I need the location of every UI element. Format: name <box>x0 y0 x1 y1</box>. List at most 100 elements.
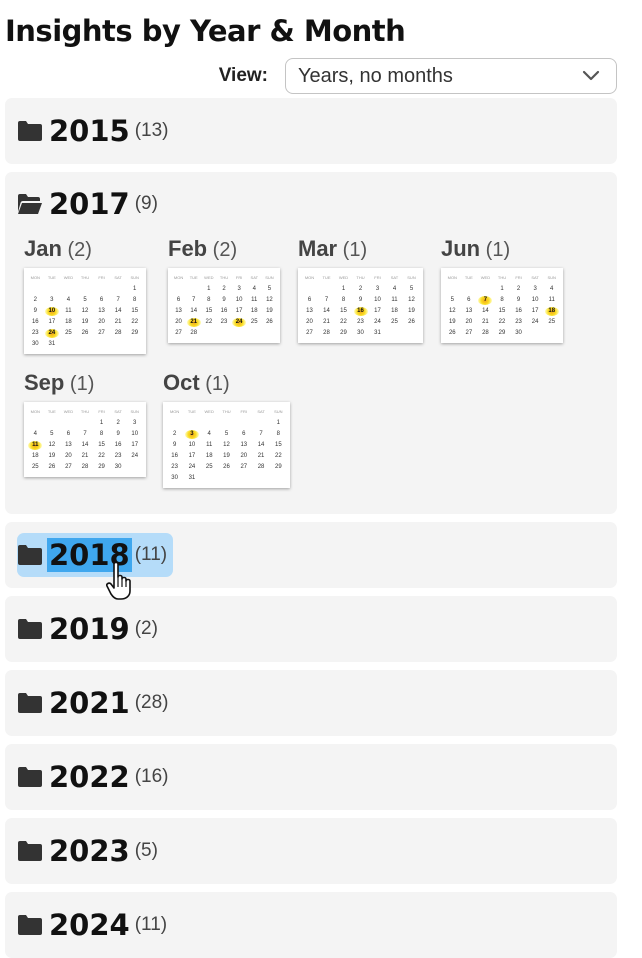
year-toggle[interactable]: 2024 (11) <box>17 903 167 947</box>
mini-calendar[interactable]: MON TUE WED THU FRI SAT SUN 1 2 3 4 5 6 7 8 9 10 11 12 13 14… <box>441 268 563 343</box>
month-title[interactable]: Jun (1) <box>441 234 563 264</box>
month-name: Sep <box>24 370 65 395</box>
calendar-day-highlighted[interactable]: 7 <box>477 295 494 306</box>
calendar-weekday: WED <box>63 409 74 414</box>
year-toggle[interactable]: 2023 (5) <box>17 829 158 873</box>
year-count: (5) <box>134 840 158 861</box>
calendar-day-highlighted[interactable]: 3 <box>183 429 200 440</box>
mini-calendar[interactable]: MON TUE WED THU FRI SAT SUN 1 2 3 4 5 6 7 8 9 10 11 12 13 14… <box>24 402 146 477</box>
calendar-weekday: WED <box>204 409 214 414</box>
year-label[interactable]: 2022 <box>47 760 132 794</box>
month-count: (1) <box>64 373 95 395</box>
month-title[interactable]: Sep (1) <box>24 368 146 398</box>
calendar-day-highlighted[interactable]: 10 <box>44 306 61 317</box>
year-label[interactable]: 2015 <box>47 114 132 148</box>
calendar-day: 15 <box>275 442 282 448</box>
calendar-day-highlighted[interactable]: 11 <box>27 440 44 451</box>
year-list: 2015 (13) 2017 (9) Jan (2) MON TUE WED THU FRI SAT… <box>5 98 642 958</box>
calendar-day: 3 <box>375 286 380 292</box>
calendar-day-highlighted[interactable]: 16 <box>352 306 369 317</box>
calendar-day: 27 <box>175 330 182 336</box>
month-title[interactable]: Feb (2) <box>168 234 280 264</box>
calendar-weekday: FRI <box>374 275 381 280</box>
calendar-weekday: THU <box>222 409 231 414</box>
calendar-day: 10 <box>188 442 196 448</box>
year-header[interactable]: 2022 (16) <box>17 747 169 807</box>
calendar-day-highlighted[interactable]: 24 <box>44 328 61 339</box>
year-header[interactable]: 2023 (5) <box>17 821 158 881</box>
year-toggle[interactable]: 2018 (11) <box>17 533 174 577</box>
calendar-day: 12 <box>48 442 56 448</box>
calendar-day-highlighted[interactable]: 24 <box>232 317 247 328</box>
year-header[interactable]: 2021 (28) <box>17 673 169 733</box>
calendar-day: 22 <box>98 453 105 459</box>
calendar-day: 12 <box>223 442 230 448</box>
month-title[interactable]: Mar (1) <box>298 234 423 264</box>
year-toggle[interactable]: 2021 (28) <box>17 681 169 725</box>
calendar-empty-cell <box>60 284 77 295</box>
mini-calendar[interactable]: MON TUE WED THU FRI SAT SUN 1 2 3 4 5 6 7 8 9 10 11 12 13 14… <box>163 402 290 488</box>
year-toggle[interactable]: 2015 (13) <box>17 109 169 153</box>
year-header[interactable]: 2024 (11) <box>17 895 167 955</box>
month-title[interactable]: Oct (1) <box>163 368 290 398</box>
year-label[interactable]: 2017 <box>47 187 132 221</box>
calendar-day: 13 <box>175 308 182 314</box>
calendar-day: 24 <box>374 319 381 325</box>
calendar-day: 21 <box>323 319 330 325</box>
mini-calendar[interactable]: MON TUE WED THU FRI SAT SUN 1 2 3 4 5 6 7 8 9 10 11 12 13 14… <box>24 268 146 354</box>
year-header[interactable]: 2015 (13) <box>17 101 169 161</box>
year-label[interactable]: 2019 <box>47 612 132 646</box>
calendar-day: 10 <box>131 431 139 437</box>
year-header[interactable]: 2018 (11) <box>17 525 174 585</box>
year-toggle[interactable]: 2019 (2) <box>17 607 158 651</box>
calendar-day: 23 <box>357 319 364 325</box>
calendar-day: 11 <box>548 297 555 303</box>
year-header[interactable]: 2019 (2) <box>17 599 158 659</box>
calendar-day: 1 <box>276 420 281 426</box>
calendar-weekday: THU <box>356 275 365 280</box>
calendar-day: 30 <box>515 330 522 336</box>
calendar-day: 25 <box>250 319 258 325</box>
calendar-day: 27 <box>465 330 473 336</box>
calendar-day: 3 <box>237 286 241 292</box>
calendar-day: 12 <box>266 297 273 303</box>
view-select[interactable]: Years, no months <box>285 58 617 94</box>
calendar-day: 14 <box>81 442 89 448</box>
year-card: 2015 (13) <box>5 98 617 164</box>
calendar-empty-cell <box>44 284 61 295</box>
calendar-day: 16 <box>171 453 178 459</box>
calendar-day: 10 <box>531 297 539 303</box>
year-count: (11) <box>134 544 168 565</box>
month-block: Feb (2) MON TUE WED THU FRI SAT SUN 1 2 3 4 5 6 7 8 9 10 1… <box>168 234 280 354</box>
month-title[interactable]: Jan (2) <box>24 234 146 264</box>
calendar-day: 25 <box>31 464 39 470</box>
calendar-day: 2 <box>516 286 521 292</box>
calendar-day-highlighted[interactable]: 18 <box>543 306 560 317</box>
calendar-day: 6 <box>242 431 246 437</box>
calendar-empty-cell <box>186 284 201 295</box>
folder-icon <box>18 693 42 713</box>
calendar-day: 31 <box>374 330 381 336</box>
calendar-day: 24 <box>131 453 139 459</box>
calendar-day: 11 <box>65 308 72 314</box>
year-label[interactable]: 2024 <box>47 908 132 942</box>
calendar-day: 8 <box>276 431 281 437</box>
calendar-day: 4 <box>392 286 397 292</box>
year-card: 2019 (2) <box>5 596 617 662</box>
year-header[interactable]: 2017 (9) <box>17 174 605 234</box>
year-label[interactable]: 2021 <box>47 686 132 720</box>
chevron-down-icon <box>582 70 600 81</box>
calendar-day: 19 <box>81 319 89 325</box>
mini-calendar[interactable]: MON TUE WED THU FRI SAT SUN 1 2 3 4 5 6 7 8 9 10 11 12 13 14… <box>168 268 280 343</box>
year-toggle[interactable]: 2022 (16) <box>17 755 169 799</box>
view-label: View: <box>218 65 268 86</box>
calendar-day-highlighted[interactable]: 21 <box>186 317 201 328</box>
calendar-empty-cell <box>77 284 94 295</box>
calendar-day: 10 <box>374 297 381 303</box>
mini-calendar[interactable]: MON TUE WED THU FRI SAT SUN 1 2 3 4 5 6 7 8 9 10 11 12 13 14… <box>298 268 423 343</box>
calendar-day: 15 <box>340 308 347 314</box>
year-label[interactable]: 2023 <box>47 834 132 868</box>
calendar-day: 2 <box>222 286 226 292</box>
year-toggle[interactable]: 2017 (9) <box>17 182 158 226</box>
calendar-weekday: TUE <box>187 409 196 414</box>
